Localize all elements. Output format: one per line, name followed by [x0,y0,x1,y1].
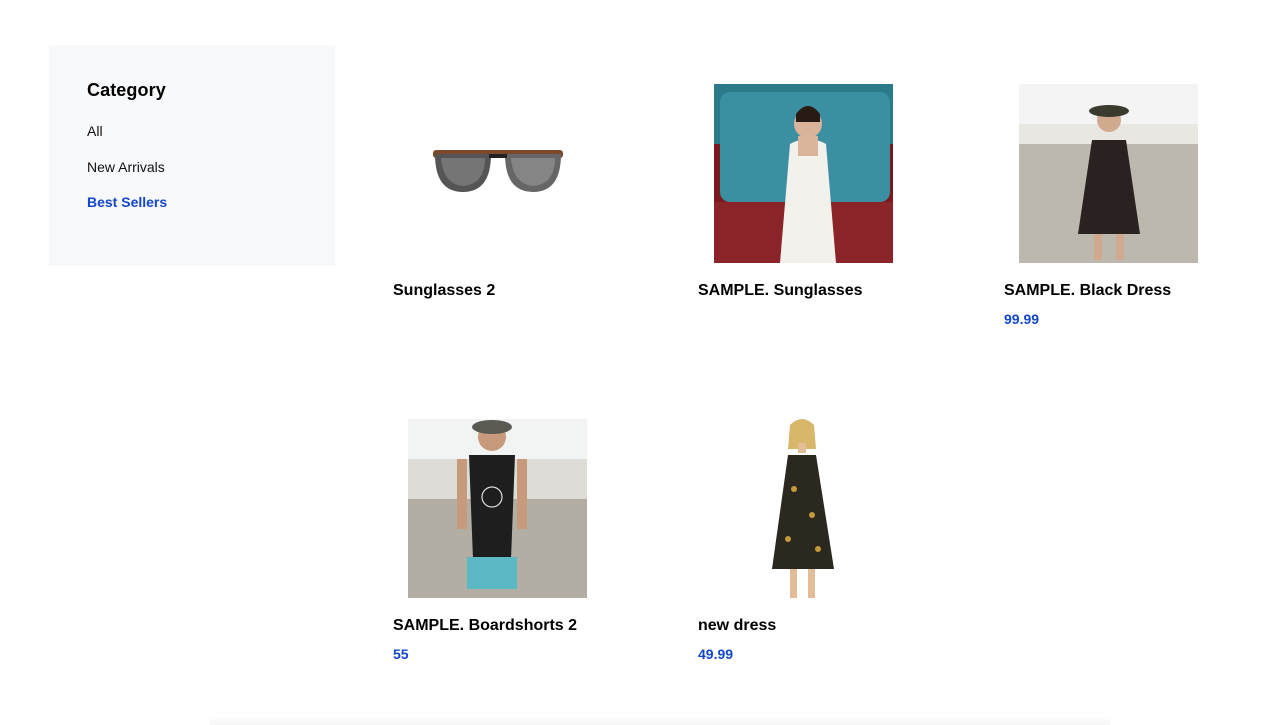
category-item-new-arrivals[interactable]: New Arrivals [87,159,297,195]
category-item-all[interactable]: All [87,123,297,159]
product-name[interactable]: Sunglasses 2 [393,283,633,299]
category-title: Category [87,80,166,100]
product-price: 99.99 [1004,311,1040,327]
category-list: All New Arrivals Best Sellers [87,123,297,230]
product-card[interactable]: new dress 49.99 [698,419,938,661]
woman-white-dress-car-image[interactable] [698,84,906,263]
product-card[interactable]: SAMPLE. Boardshorts 2 55 [393,419,633,661]
category-sidebar: Category All New Arrivals Best Sellers [49,45,335,266]
product-name[interactable]: SAMPLE. Black Dress [1004,283,1244,299]
product-name[interactable]: SAMPLE. Boardshorts 2 [393,618,633,634]
man-boardshorts-beach-image[interactable] [393,419,601,598]
product-card[interactable]: Sunglasses 2 [393,84,633,299]
product-price: 49.99 [698,646,734,662]
product-name[interactable]: new dress [698,618,938,634]
product-card[interactable]: SAMPLE. Sunglasses [698,84,938,299]
footer-divider [210,716,1110,725]
product-name[interactable]: SAMPLE. Sunglasses [698,283,938,299]
product-price: 55 [393,646,409,662]
category-item-best-sellers[interactable]: Best Sellers [87,194,297,230]
woman-floral-dress-image[interactable] [698,419,906,598]
product-card[interactable]: SAMPLE. Black Dress 99.99 [1004,84,1244,326]
sunglasses-image[interactable] [393,84,601,263]
woman-black-dress-beach-image[interactable] [1004,84,1212,263]
